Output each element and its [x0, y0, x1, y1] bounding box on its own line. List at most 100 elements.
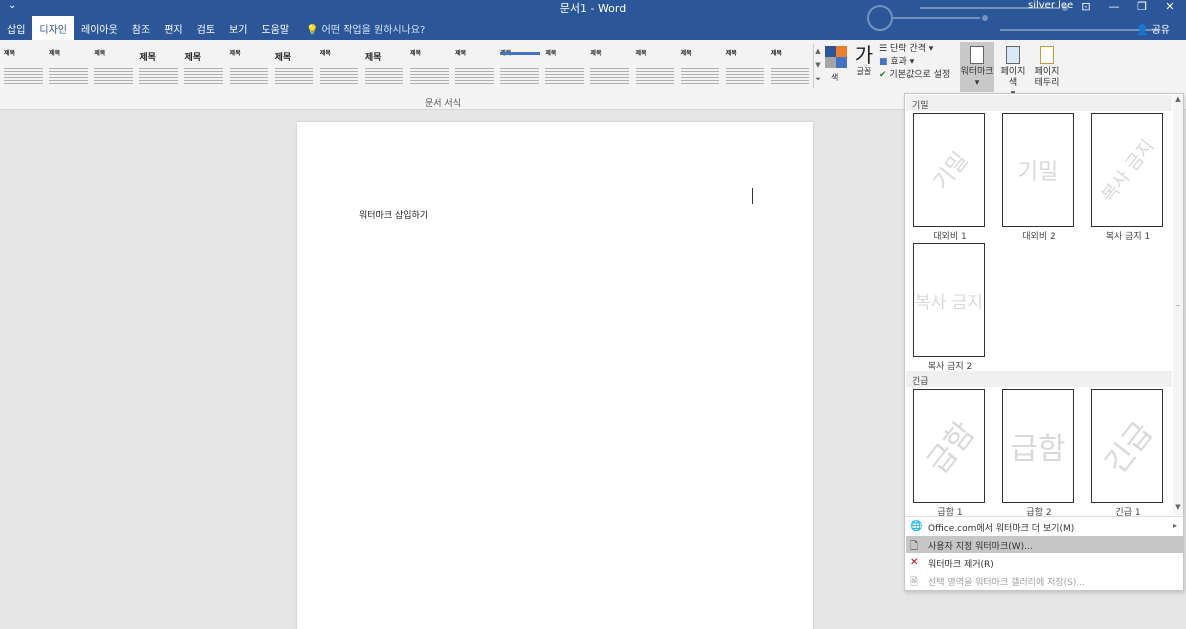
- tab-layout[interactable]: 레이아웃: [74, 16, 125, 40]
- watermark-button[interactable]: 워터마크 ▾: [960, 42, 994, 92]
- style-set-thumbnail[interactable]: 제목: [541, 44, 586, 90]
- style-set-body-lines: [590, 68, 630, 86]
- style-set-heading: 제목: [770, 50, 782, 57]
- watermark-thumbnail: 긴급: [1091, 389, 1163, 503]
- style-set-thumbnail[interactable]: 제목: [677, 44, 722, 90]
- page-borders-button[interactable]: 페이지 테두리: [1032, 42, 1062, 92]
- section-header-confidential: 기밀: [906, 95, 1172, 111]
- chevron-down-icon: ▾: [974, 78, 980, 88]
- document-text[interactable]: 워터마크 삽입하기: [359, 208, 428, 221]
- watermark-gallery: 기밀 기밀 대외비 1 기밀 대외비 2 복사 금지 복사 금지 1 복사 금지…: [904, 93, 1184, 591]
- style-set-body-lines: [725, 68, 765, 86]
- style-set-thumbnail[interactable]: 제목: [226, 44, 271, 90]
- watermark-option[interactable]: 기밀 대외비 1: [913, 113, 987, 242]
- watermark-thumbnail: 급함: [1002, 389, 1074, 503]
- style-set-thumbnail[interactable]: 제목: [722, 44, 767, 90]
- style-set-body-lines: [319, 68, 359, 86]
- watermark-option[interactable]: 복사 금지 복사 금지 1: [1091, 113, 1165, 242]
- menu-item-office-watermarks[interactable]: 🌐 Office.com에서 워터마크 더 보기(M) ▸: [906, 518, 1183, 535]
- fonts-button[interactable]: 가 글꼴: [852, 44, 876, 92]
- remove-watermark-icon: ✕: [910, 557, 919, 568]
- fonts-label: 글꼴: [856, 67, 872, 76]
- tab-design[interactable]: 디자인: [32, 16, 75, 40]
- style-set-thumbnail[interactable]: 제목: [496, 44, 541, 90]
- style-set-heading: 제목: [94, 50, 106, 57]
- watermark-text: 급함: [1010, 432, 1066, 467]
- watermark-text: 급함: [920, 415, 983, 481]
- ribbon-display-options-icon[interactable]: ⊡: [1076, 0, 1096, 13]
- group-label-document-formatting: 문서 서식: [425, 99, 461, 109]
- close-button[interactable]: ✕: [1160, 0, 1180, 13]
- style-set-thumbnail[interactable]: 제목: [135, 44, 180, 90]
- style-set-thumbnail[interactable]: 제목: [361, 44, 406, 90]
- set-default-label: 기본값으로 설정: [889, 70, 951, 80]
- tab-mailings[interactable]: 편지: [157, 16, 189, 40]
- gallery-scroll[interactable]: ▲ ▼ ⏷: [813, 44, 822, 88]
- document-page[interactable]: 워터마크 삽입하기: [297, 122, 813, 629]
- tab-help[interactable]: 도움말: [254, 16, 296, 40]
- tell-me-search[interactable]: 💡 어떤 작업을 원하시나요?: [306, 21, 425, 36]
- style-set-gallery: 제목 제목 제목 제목 제목 제목 제목 제목 제목 제목 제목 제목 제목 제목 제목 제목 제목 제목: [0, 44, 812, 90]
- menu-item-remove-watermark[interactable]: ✕ 워터마크 제거(R): [906, 554, 1183, 571]
- style-set-heading: 제목: [635, 50, 647, 57]
- style-set-thumbnail[interactable]: 제목: [767, 44, 812, 90]
- style-set-thumbnail[interactable]: 제목: [451, 44, 496, 90]
- tab-references[interactable]: 참조: [125, 16, 157, 40]
- menu-item-custom-watermark[interactable]: 🗋 사용자 지정 워터마크(W)...: [906, 536, 1183, 553]
- color-swatch: [825, 46, 836, 57]
- minimize-button[interactable]: —: [1104, 0, 1124, 13]
- menu-item-label: 선택 영역을 워터마크 갤러리에 저장(S)...: [928, 578, 1085, 588]
- user-name[interactable]: silver lee: [1028, 0, 1073, 11]
- scroll-up-icon[interactable]: ▲: [1173, 95, 1183, 103]
- page-color-button[interactable]: 페이지 색 ▾: [996, 42, 1030, 99]
- style-set-thumbnail[interactable]: 제목: [632, 44, 677, 90]
- style-set-thumbnail[interactable]: 제목: [90, 44, 135, 90]
- page-color-label: 페이지 색: [1000, 67, 1026, 88]
- gallery-scrollbar[interactable]: ▲ ▼: [1173, 95, 1183, 515]
- text-cursor: [752, 188, 753, 204]
- menu-item-label: Office.com에서 워터마크 더 보기(M): [928, 524, 1075, 534]
- style-set-body-lines: [184, 68, 224, 86]
- watermark-option[interactable]: 긴급 긴급 1: [1091, 389, 1165, 518]
- watermark-option[interactable]: 급함 급함 2: [1002, 389, 1076, 518]
- colors-button[interactable]: 색: [825, 44, 849, 92]
- style-set-heading: 제목: [184, 53, 201, 63]
- style-set-body-lines: [409, 68, 449, 86]
- style-set-heading: 제목: [4, 50, 16, 57]
- office-globe-icon: 🌐: [910, 521, 923, 532]
- style-set-heading: 제목: [274, 53, 292, 63]
- style-set-heading: 제목: [139, 53, 156, 63]
- style-set-thumbnail[interactable]: 제목: [0, 44, 45, 90]
- scroll-down-icon[interactable]: ▼: [1173, 503, 1183, 511]
- title-bar: ⌄ 문서1 - Word silver lee ⊡ — ❐ ✕ 삽입 디자인 레…: [0, 0, 1186, 40]
- style-set-thumbnail[interactable]: 제목: [180, 44, 225, 90]
- set-default-button[interactable]: ✔ 기본값으로 설정: [879, 69, 959, 82]
- style-set-thumbnail[interactable]: 제목: [586, 44, 631, 90]
- watermark-caption: 복사 금지 1: [1105, 232, 1151, 242]
- watermark-option[interactable]: 급함 급함 1: [913, 389, 987, 518]
- paragraph-spacing-button[interactable]: ☰ 단락 간격 ▾: [879, 43, 959, 56]
- style-set-thumbnail[interactable]: 제목: [271, 44, 316, 90]
- style-set-thumbnail[interactable]: 제목: [316, 44, 361, 90]
- section-header-urgent: 긴급: [906, 371, 1172, 387]
- color-swatch: [836, 46, 847, 57]
- tab-review[interactable]: 검토: [190, 16, 222, 40]
- style-set-heading: 제목: [680, 50, 692, 57]
- watermark-option[interactable]: 기밀 대외비 2: [1002, 113, 1076, 242]
- restore-button[interactable]: ❐: [1132, 0, 1152, 13]
- document-title: 문서1 - Word: [559, 2, 627, 15]
- style-set-accent-bar: [500, 52, 541, 55]
- effects-button[interactable]: ■ 효과 ▾: [879, 56, 959, 69]
- scrollbar-thumb[interactable]: [1176, 305, 1180, 306]
- tab-insert[interactable]: 삽입: [0, 16, 32, 40]
- tab-view[interactable]: 보기: [222, 16, 254, 40]
- page-borders-icon: [1040, 46, 1054, 64]
- style-set-thumbnail[interactable]: 제목: [406, 44, 451, 90]
- watermark-thumbnail: 기밀: [913, 113, 985, 227]
- share-button[interactable]: 👤 공유: [1136, 21, 1170, 36]
- watermark-text: 복사 금지: [1097, 136, 1159, 206]
- style-set-thumbnail[interactable]: 제목: [45, 44, 90, 90]
- menu-item-label: 사용자 지정 워터마크(W)...: [928, 542, 1033, 552]
- watermark-option[interactable]: 복사 금지 복사 금지 2: [913, 243, 987, 372]
- person-icon: 👤: [1135, 25, 1149, 36]
